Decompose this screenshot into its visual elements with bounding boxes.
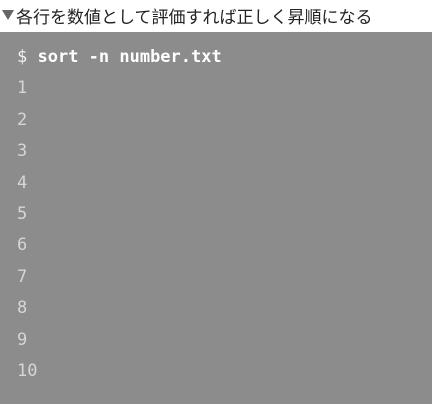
- output-line: 3: [17, 141, 28, 162]
- output-line: 6: [17, 235, 28, 256]
- output-line: 1: [17, 78, 28, 99]
- command-line: $ sort -n number.txt: [17, 42, 432, 73]
- output-line: 9: [17, 329, 28, 350]
- output-line: 7: [17, 266, 28, 287]
- command-text: sort -n number.txt: [37, 47, 222, 67]
- terminal-window[interactable]: $ sort -n number.txt 1 2 3 4 5 6 7 8 9 1…: [0, 32, 432, 404]
- triangle-down-icon: [2, 10, 14, 20]
- output-line: 10: [17, 360, 38, 381]
- caption: 各行を数値として評価すれば正しく昇順になる: [0, 0, 438, 30]
- output-line: 2: [17, 109, 28, 130]
- output-line: 8: [17, 298, 28, 319]
- prompt: $: [17, 47, 38, 67]
- output-line: 5: [17, 203, 28, 224]
- caption-text: 各行を数値として評価すれば正しく昇順になる: [16, 7, 373, 28]
- command-output: 1 2 3 4 5 6 7 8 9 10: [17, 73, 432, 387]
- output-line: 4: [17, 172, 28, 193]
